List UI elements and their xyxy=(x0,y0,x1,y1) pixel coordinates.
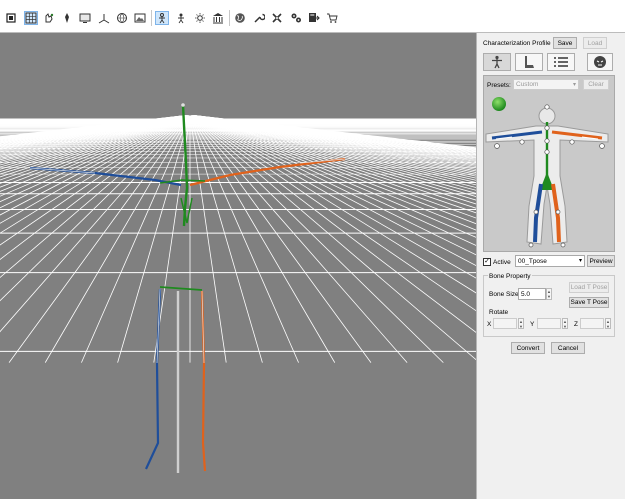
bone-property-label: Bone Property xyxy=(488,273,532,280)
chevron-down-icon: ▾ xyxy=(578,258,582,264)
presets-value: Custom xyxy=(516,81,539,88)
pose-dropdown[interactable]: 00_Tpose ▾ xyxy=(515,255,585,267)
rotate-y-stepper[interactable]: ▲ ▼ xyxy=(562,318,568,329)
hip-bone xyxy=(159,286,203,291)
building-icon[interactable] xyxy=(211,11,225,25)
cart-icon[interactable] xyxy=(325,11,339,25)
rotate-y-label: Y xyxy=(530,321,535,328)
load-button[interactable]: Load xyxy=(583,37,607,49)
profile-label: Characterization Profile xyxy=(483,40,551,47)
active-label: Active xyxy=(493,259,511,266)
axis-icon[interactable] xyxy=(97,11,111,25)
globe-icon[interactable] xyxy=(115,11,129,25)
gears-icon[interactable] xyxy=(289,11,303,25)
clear-button[interactable]: Clear xyxy=(583,79,609,90)
left-leg-bone xyxy=(145,288,162,470)
bone-size-label: Bone Size xyxy=(489,291,519,298)
convert-button[interactable]: Convert xyxy=(511,342,545,354)
sun-icon[interactable] xyxy=(193,11,207,25)
rotate-z-input[interactable] xyxy=(580,318,604,329)
body-tab-icon[interactable] xyxy=(483,53,511,71)
load-tpose-button[interactable]: Load T Pose xyxy=(569,282,609,293)
face-tab-icon[interactable] xyxy=(587,53,613,71)
rotate-hand-icon[interactable] xyxy=(42,11,56,25)
head-joint xyxy=(181,103,185,107)
list-tab-icon[interactable] xyxy=(547,53,575,71)
cancel-button[interactable]: Cancel xyxy=(551,342,585,354)
monitor-icon[interactable] xyxy=(78,11,92,25)
left-hand-bone xyxy=(29,167,96,174)
bone-mirror-icon[interactable] xyxy=(174,11,188,25)
select-icon[interactable] xyxy=(4,11,18,25)
rotate-z-label: Z xyxy=(574,321,578,328)
rotate-x-label: X xyxy=(487,321,492,328)
rotate-y-input[interactable] xyxy=(537,318,561,329)
export-icon[interactable] xyxy=(307,11,321,25)
characterization-panel: Characterization Profile Save Load Prese… xyxy=(476,33,625,499)
foot-tab-icon[interactable] xyxy=(515,53,543,71)
rotate-x-stepper[interactable]: ▲ ▼ xyxy=(518,318,524,329)
pose-value: 00_Tpose xyxy=(518,257,547,265)
presets-dropdown[interactable]: Custom ▾ xyxy=(513,79,579,90)
chevron-down-icon: ▾ xyxy=(572,82,576,88)
active-checkbox[interactable]: ✓ xyxy=(483,258,491,266)
rotate-z-stepper[interactable]: ▲ ▼ xyxy=(605,318,611,329)
right-arm-bone xyxy=(189,157,346,187)
3d-viewport[interactable] xyxy=(0,33,476,499)
tools-icon[interactable] xyxy=(270,11,284,25)
world-icon[interactable] xyxy=(233,11,247,25)
save-button[interactable]: Save xyxy=(553,37,577,49)
skeleton[interactable] xyxy=(0,33,476,499)
bone-size-input[interactable]: 5.0 xyxy=(518,288,546,300)
presets-label: Presets: xyxy=(487,82,511,89)
bone-size-stepper[interactable]: ▲ ▼ xyxy=(546,288,552,300)
panel-scrollbar[interactable] xyxy=(620,33,625,499)
preview-button[interactable]: Preview xyxy=(587,255,615,267)
grid-icon[interactable] xyxy=(24,11,38,25)
image-icon[interactable] xyxy=(133,11,147,25)
main-toolbar xyxy=(0,0,625,33)
body-map-area: Presets: Custom ▾ Clear xyxy=(483,75,615,252)
rotate-x-input[interactable] xyxy=(493,318,517,329)
body-map-figure[interactable] xyxy=(484,102,616,252)
rotate-label: Rotate xyxy=(489,309,509,316)
pen-icon[interactable] xyxy=(60,11,74,25)
save-tpose-button[interactable]: Save T Pose xyxy=(569,297,609,308)
bone-active-icon[interactable] xyxy=(155,11,169,25)
wrench-icon[interactable] xyxy=(252,11,266,25)
left-arm-bone xyxy=(29,166,182,187)
